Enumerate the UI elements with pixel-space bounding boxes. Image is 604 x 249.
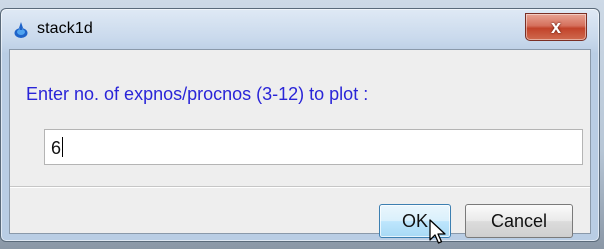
- input-value: 6: [51, 138, 62, 158]
- app-icon: [14, 22, 28, 38]
- cancel-button[interactable]: Cancel: [465, 204, 573, 238]
- title-bar[interactable]: stack1d x: [1, 9, 599, 51]
- mouse-pointer-icon: [429, 219, 446, 244]
- ok-button-label: OK: [401, 210, 428, 231]
- close-icon: x: [550, 17, 561, 37]
- expno-count-input[interactable]: 6: [44, 129, 583, 165]
- cancel-button-label: Cancel: [490, 210, 548, 231]
- prompt-label: Enter no. of expnos/procnos (3-12) to pl…: [26, 84, 369, 104]
- dialog-content: Enter no. of expnos/procnos (3-12) to pl…: [9, 49, 591, 238]
- close-button[interactable]: x: [525, 13, 587, 41]
- dialog-window: stack1d x Enter no. of expnos/procnos (3…: [0, 8, 600, 242]
- button-separator: [10, 186, 590, 188]
- window-title: stack1d: [37, 20, 93, 37]
- text-caret: [62, 137, 64, 157]
